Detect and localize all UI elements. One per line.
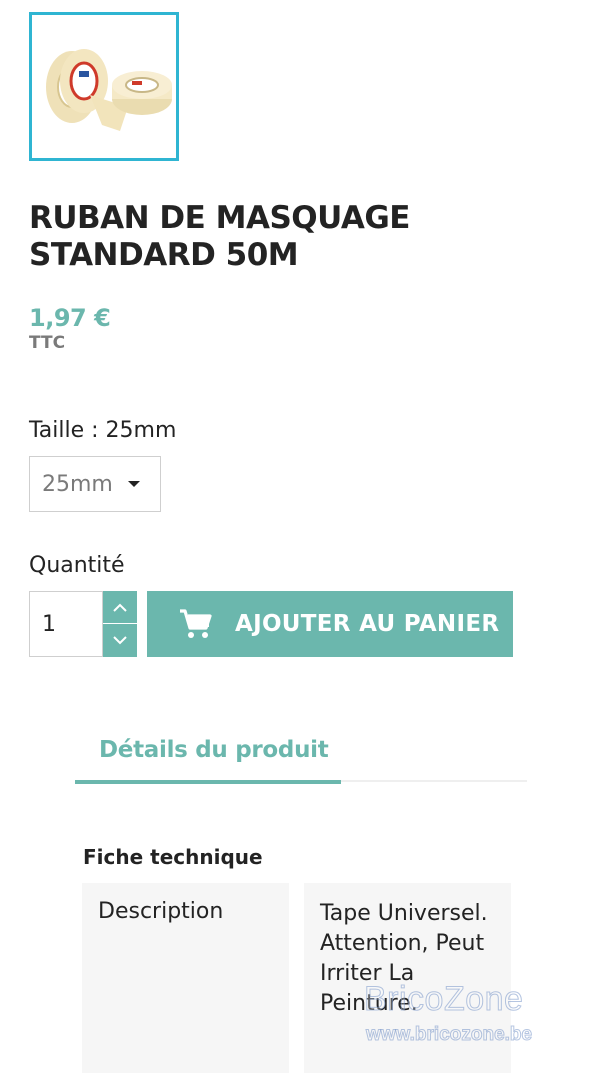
- quantity-input[interactable]: 1: [29, 591, 103, 657]
- add-to-cart-button[interactable]: AJOUTER AU PANIER: [147, 591, 513, 657]
- caret-down-icon: [128, 481, 140, 487]
- tax-label: TTC: [29, 333, 66, 353]
- size-select[interactable]: 25mm: [29, 456, 161, 512]
- chevron-down-icon: [113, 636, 127, 645]
- quantity-decrease-button[interactable]: [103, 624, 137, 657]
- tab-product-details[interactable]: Détails du produit: [99, 737, 329, 763]
- size-label: Taille : 25mm: [29, 418, 177, 443]
- chevron-up-icon: [113, 603, 127, 612]
- shopping-cart-icon: [180, 609, 212, 638]
- quantity-label: Quantité: [29, 553, 125, 578]
- active-tab-indicator: [75, 780, 341, 784]
- product-thumbnail[interactable]: [29, 12, 179, 161]
- watermark-url: www.bricozone.be: [365, 1024, 533, 1046]
- quantity-increase-button[interactable]: [103, 591, 137, 624]
- datasheet-title: Fiche technique: [83, 845, 263, 869]
- datasheet-name-cell: Description: [82, 883, 289, 1073]
- product-title: RUBAN DE MASQUAGE STANDARD 50M: [29, 200, 410, 273]
- add-to-cart-label: AJOUTER AU PANIER: [235, 611, 500, 637]
- product-price: 1,97 €: [29, 304, 111, 332]
- watermark-logo: BricoZone: [363, 980, 524, 1019]
- tape-rolls-image: [32, 15, 176, 158]
- size-select-value: 25mm: [42, 471, 113, 497]
